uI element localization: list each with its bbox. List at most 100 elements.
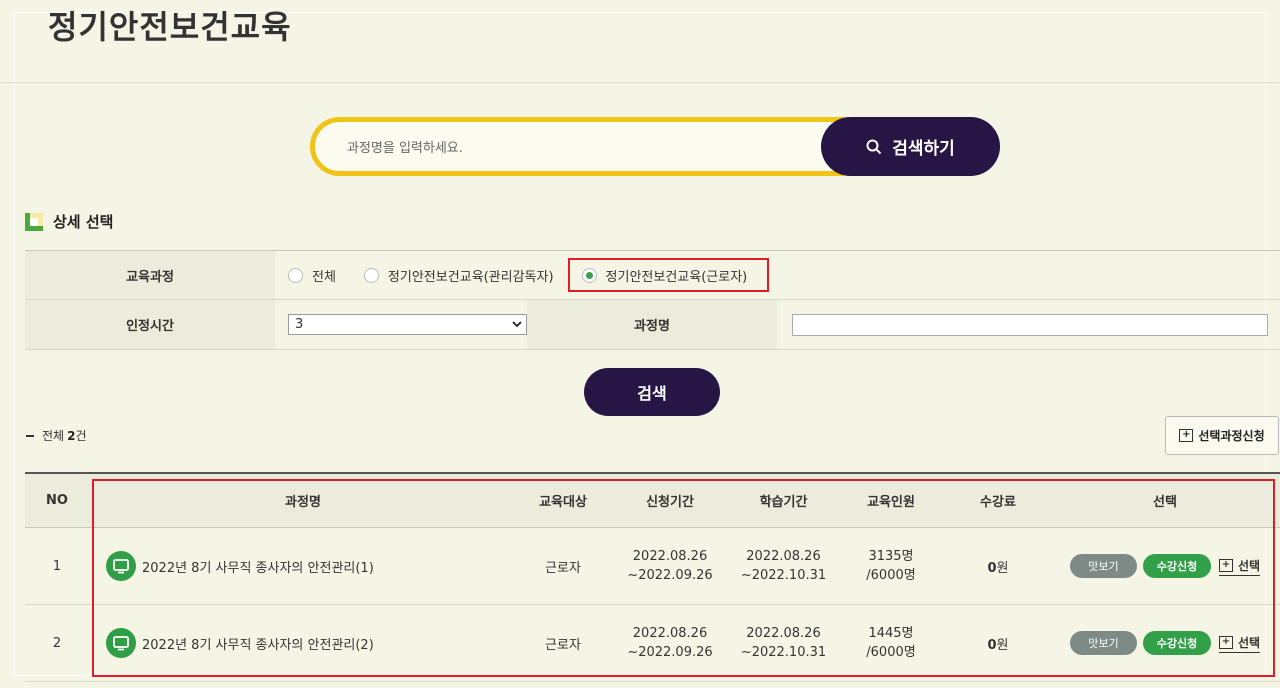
- monitor-icon: [106, 551, 136, 581]
- people-current: 1445명: [868, 626, 914, 641]
- plus-box-icon: +: [1218, 635, 1233, 649]
- hours-select[interactable]: 3: [288, 314, 527, 335]
- course-radio-group: 전체 정기안전보건교육(관리감독자) 정기안전보건교육(근로자): [275, 251, 770, 299]
- radio-button[interactable]: [363, 267, 379, 283]
- table-row: 1 2022년 8기 사무직 종사자의 안전관리(1) 근로자 2022.08.…: [25, 528, 1280, 605]
- search-button[interactable]: 검색하기: [821, 117, 1000, 176]
- row-study-period: 2022.08.26 ~2022.10.31: [731, 624, 836, 662]
- preview-button[interactable]: 맛보기: [1069, 554, 1137, 578]
- course-table: NO 과정명 교육대상 신청기간 학습기간 교육인원 수강료 선택 1 2022…: [25, 472, 1280, 682]
- select-link[interactable]: + 선택: [1218, 557, 1261, 576]
- radio-button[interactable]: [288, 267, 303, 283]
- row-no: 1: [52, 558, 62, 574]
- row-course-name[interactable]: 2022년 8기 사무직 종사자의 안전관리(1): [89, 551, 517, 581]
- radio-label: 정기안전보건교육(관리감독자): [387, 269, 554, 285]
- study-end: ~2022.10.31: [740, 645, 827, 660]
- course-name-field[interactable]: [792, 313, 1268, 336]
- row-apply-period: 2022.08.26 ~2022.09.26: [609, 547, 731, 585]
- row-people: 3135명 /6000명: [836, 547, 946, 585]
- hours-select-value: 3: [295, 317, 304, 332]
- study-start: 2022.08.26: [746, 549, 821, 564]
- row-course-name[interactable]: 2022년 8기 사무직 종사자의 안전관리(2): [89, 628, 517, 658]
- enroll-button[interactable]: 수강신청: [1142, 554, 1211, 578]
- dash-icon: [26, 434, 34, 437]
- row-fee: 0원: [946, 634, 1050, 653]
- radio-label: 정기안전보건교육(근로자): [605, 269, 748, 285]
- row-fee: 0원: [946, 557, 1050, 576]
- apply-selected-button[interactable]: + 선택과정신청: [1165, 416, 1279, 455]
- col-header-study-period: 학습기간: [759, 495, 808, 510]
- study-end: ~2022.10.31: [740, 568, 827, 583]
- filter-label-hours: 인정시간: [25, 300, 275, 349]
- col-header-select: 선택: [1153, 495, 1177, 510]
- radio-button-selected[interactable]: [581, 267, 597, 283]
- detail-section-header: 상세 선택: [25, 211, 113, 232]
- section-square-icon: [25, 212, 43, 231]
- highlight-box: 정기안전보건교육(근로자): [567, 258, 770, 292]
- title-divider: [0, 82, 1280, 83]
- row-study-period: 2022.08.26 ~2022.10.31: [731, 547, 836, 585]
- apply-start: 2022.08.26: [632, 626, 708, 641]
- people-current: 3135명: [868, 549, 914, 564]
- apply-end: ~2022.09.26: [627, 568, 713, 583]
- col-header-people: 교육인원: [867, 495, 915, 510]
- row-actions: 맛보기 수강신청 + 선택: [1050, 631, 1280, 655]
- col-header-name: 과정명: [285, 495, 321, 510]
- col-header-target: 교육대상: [539, 495, 587, 510]
- search-input[interactable]: [347, 136, 817, 160]
- fee-unit: 원: [996, 637, 1009, 653]
- col-header-apply-period: 신청기간: [646, 495, 694, 510]
- fee-amount: 0: [987, 637, 997, 653]
- course-name-text[interactable]: 2022년 8기 사무직 종사자의 안전관리(2): [142, 634, 374, 653]
- radio-option-manager[interactable]: 정기안전보건교육(관리감독자): [363, 266, 554, 285]
- row-no: 2: [52, 635, 62, 651]
- result-count-prefix: 전체: [42, 429, 65, 443]
- search-field-frame: [310, 117, 870, 176]
- col-header-fee: 수강료: [980, 495, 1016, 510]
- people-max: /6000명: [866, 645, 916, 660]
- table-row: 2 2022년 8기 사무직 종사자의 안전관리(2) 근로자 2022.08.…: [25, 605, 1280, 682]
- fee-unit: 원: [996, 560, 1009, 576]
- filter-table: 교육과정 전체 정기안전보건교육(관리감독자) 정기안전보건교육(근로자) 인정…: [25, 250, 1280, 350]
- enroll-button[interactable]: 수강신청: [1142, 631, 1211, 655]
- row-apply-period: 2022.08.26 ~2022.09.26: [609, 624, 731, 662]
- filter-row-hours: 인정시간 3 과정명: [25, 300, 1280, 350]
- row-target: 근로자: [545, 637, 581, 653]
- section-title: 상세 선택: [53, 213, 114, 231]
- radio-option-all[interactable]: 전체: [288, 266, 336, 285]
- chevron-down-icon: [512, 321, 522, 328]
- plus-box-icon: +: [1218, 558, 1233, 572]
- search-icon: [866, 139, 882, 154]
- col-header-no: NO: [46, 493, 68, 508]
- row-target: 근로자: [545, 560, 581, 576]
- table-header: NO 과정명 교육대상 신청기간 학습기간 교육인원 수강료 선택: [25, 472, 1280, 528]
- monitor-icon: [106, 628, 136, 658]
- hours-cell: 3: [275, 300, 527, 349]
- course-name-text[interactable]: 2022년 8기 사무직 종사자의 안전관리(1): [142, 557, 374, 576]
- plus-box-icon: +: [1179, 429, 1194, 442]
- apply-end: ~2022.09.26: [627, 645, 713, 660]
- filter-label-name: 과정명: [527, 300, 777, 349]
- apply-start: 2022.08.26: [632, 549, 708, 564]
- row-people: 1445명 /6000명: [836, 624, 946, 662]
- study-start: 2022.08.26: [746, 626, 821, 641]
- filter-label-course: 교육과정: [25, 251, 275, 299]
- name-cell: [777, 300, 1268, 349]
- preview-button[interactable]: 맛보기: [1069, 631, 1137, 655]
- fee-amount: 0: [987, 560, 997, 576]
- select-link[interactable]: + 선택: [1218, 634, 1261, 653]
- select-link-label: 선택: [1237, 558, 1261, 573]
- radio-label: 전체: [312, 269, 336, 285]
- result-count-suffix: 건: [75, 429, 87, 443]
- filter-row-course: 교육과정 전체 정기안전보건교육(관리감독자) 정기안전보건교육(근로자): [25, 250, 1280, 300]
- select-link-label: 선택: [1237, 635, 1261, 650]
- radio-option-worker[interactable]: 정기안전보건교육(근로자): [581, 266, 748, 285]
- row-actions: 맛보기 수강신청 + 선택: [1050, 554, 1280, 578]
- filter-search-button[interactable]: 검색: [584, 368, 720, 416]
- people-max: /6000명: [866, 568, 916, 583]
- apply-selected-label: 선택과정신청: [1198, 429, 1265, 443]
- search-button-label: 검색하기: [892, 139, 955, 159]
- page-title: 정기안전보건교육: [48, 8, 292, 46]
- search-bar: 검색하기: [310, 117, 1000, 176]
- result-count: 전체 2건: [26, 427, 87, 444]
